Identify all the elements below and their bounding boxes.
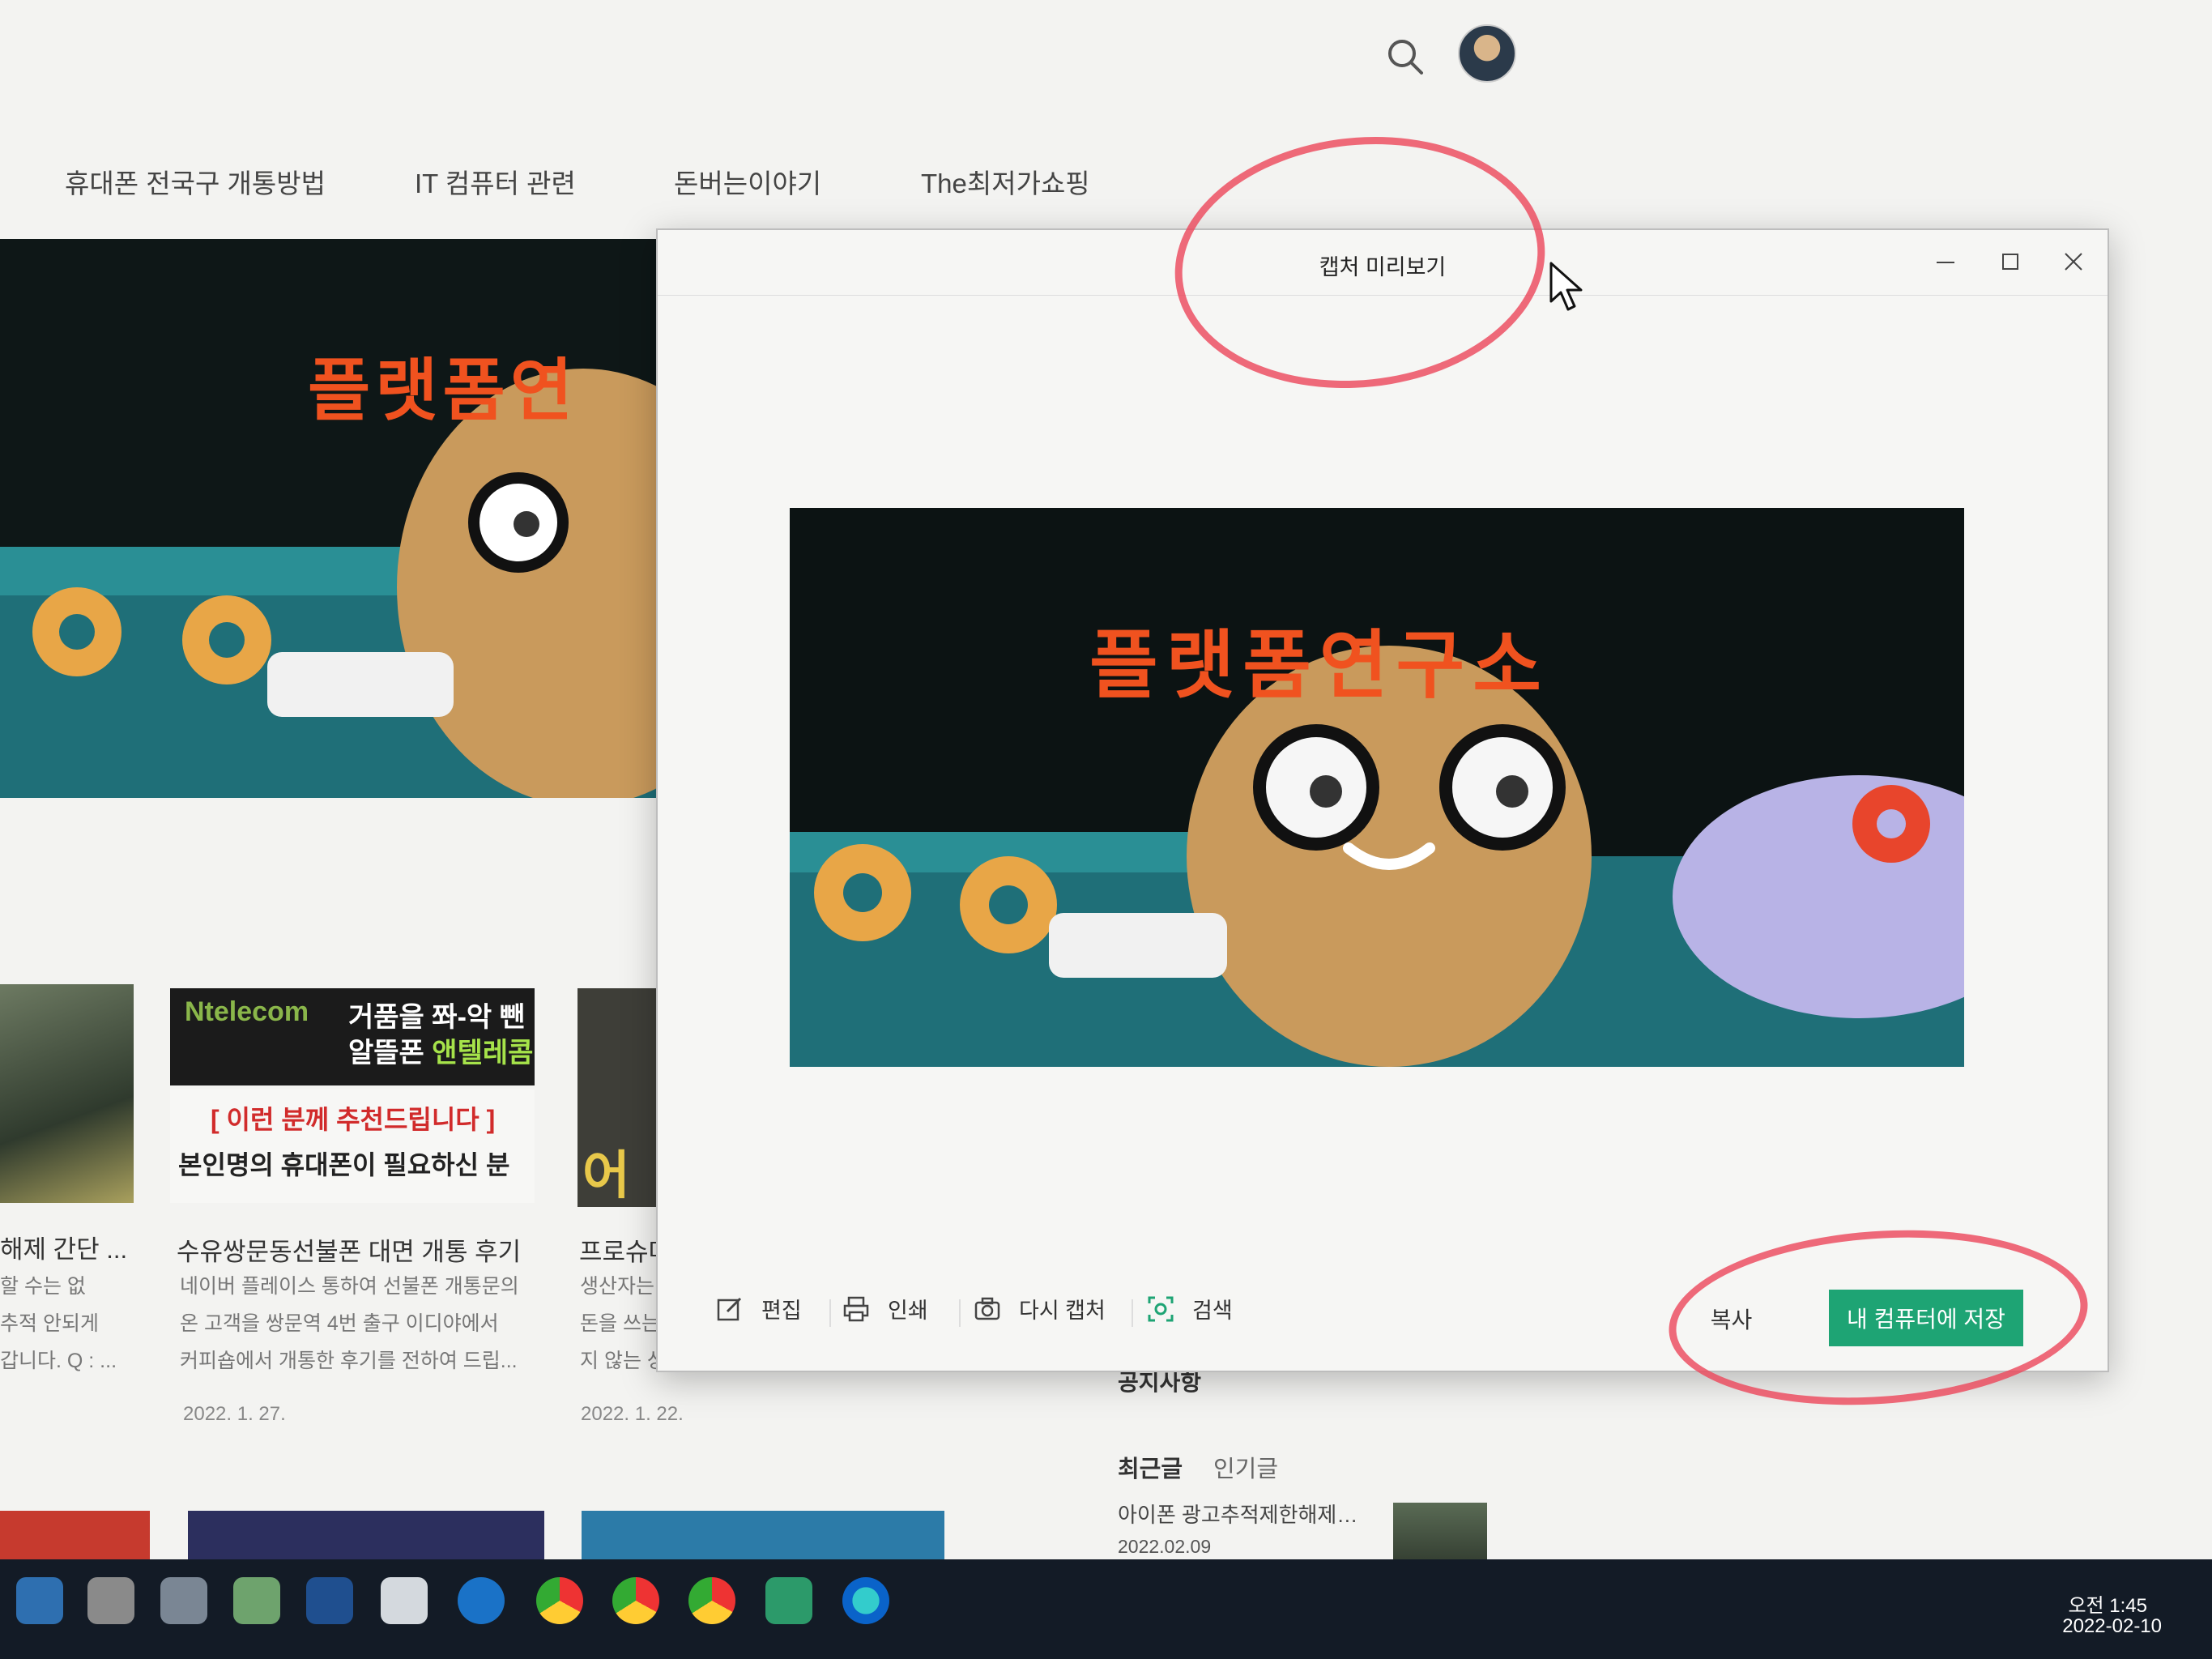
- notepad-icon[interactable]: [233, 1577, 280, 1624]
- image-search-icon: [1148, 1296, 1174, 1321]
- tray-date[interactable]: 2022-02-10: [2062, 1615, 2162, 1638]
- taskbar: [0, 1559, 2212, 1659]
- toolbar-divider: [1132, 1299, 1133, 1327]
- card-title[interactable]: 해제 간단 ...: [0, 1229, 127, 1265]
- mouse-cursor-icon: [1549, 262, 1583, 311]
- toolbar-divider: [959, 1299, 961, 1327]
- app-icon[interactable]: [160, 1577, 207, 1624]
- card-thumbnail-caption: [ 이런 분께 추천드립니다 ] 본인명의 휴대폰이 필요하신 분: [170, 1090, 535, 1203]
- desktop-icon[interactable]: [16, 1577, 63, 1624]
- card-thumbnail[interactable]: 어떻: [578, 988, 667, 1207]
- capture-app-icon[interactable]: [765, 1577, 812, 1624]
- preview-illustration: [790, 646, 1964, 1067]
- close-button[interactable]: [2049, 241, 2098, 282]
- avatar[interactable]: [1458, 24, 1516, 83]
- close-icon: [2065, 253, 2082, 271]
- internet-explorer-icon[interactable]: [458, 1577, 505, 1624]
- search-icon[interactable]: [1381, 32, 1430, 81]
- app-icon[interactable]: [306, 1577, 353, 1624]
- nav-item-money[interactable]: 돈버는이야기: [674, 162, 821, 201]
- preview-title: 플랫폼연구소: [1089, 622, 1549, 709]
- print-icon: [843, 1296, 869, 1321]
- maximize-button[interactable]: [1986, 241, 2035, 282]
- paint-icon[interactable]: [87, 1577, 134, 1624]
- captured-image-preview: 플랫폼연구소: [790, 508, 1964, 1067]
- maximize-icon: [2002, 254, 2018, 270]
- thumb-recommend: [ 이런 분께 추천드립니다 ]: [211, 1105, 496, 1134]
- card-thumbnail[interactable]: [0, 984, 134, 1203]
- toolbar-divider: [829, 1299, 831, 1327]
- edit-button[interactable]: 편집: [716, 1293, 802, 1324]
- hero-banner[interactable]: 플랫폼연: [0, 239, 664, 798]
- nav-item-it[interactable]: IT 컴퓨터 관련: [415, 162, 576, 201]
- thumb-brand: Ntelecom: [185, 996, 309, 1027]
- recent-post-date: 2022.02.09: [1118, 1536, 1212, 1557]
- search-image-button[interactable]: 검색: [1147, 1293, 1233, 1324]
- camera-icon: [974, 1297, 1000, 1320]
- search-label: 검색: [1192, 1299, 1233, 1323]
- thumb-text: 어떻: [582, 1146, 630, 1205]
- chrome-icon[interactable]: [536, 1577, 583, 1624]
- card-date: 2022. 1. 22.: [581, 1403, 684, 1425]
- recapture-label: 다시 캡처: [1019, 1299, 1106, 1323]
- minimize-button[interactable]: [1921, 241, 1970, 282]
- print-button[interactable]: 인쇄: [842, 1293, 928, 1324]
- tab-popular[interactable]: 인기글: [1213, 1450, 1278, 1484]
- card-date: 2022. 1. 27.: [183, 1403, 286, 1425]
- edit-icon: [717, 1297, 742, 1320]
- thumb-recommend-target: 본인명의 휴대폰이 필요하신 분: [178, 1150, 510, 1179]
- print-label: 인쇄: [888, 1299, 928, 1323]
- chrome-icon[interactable]: [612, 1577, 659, 1624]
- edge-icon[interactable]: [842, 1577, 889, 1624]
- chrome-icon[interactable]: [688, 1577, 735, 1624]
- card-excerpt: 할 수는 없 추적 안되게 갑니다. Q : ...: [0, 1275, 117, 1372]
- hero-title: 플랫폼연: [308, 351, 578, 430]
- edit-label: 편집: [761, 1299, 802, 1323]
- tab-recent[interactable]: 최근글: [1118, 1450, 1183, 1484]
- card-title[interactable]: 수유쌍문동선불폰 대면 개통 후기: [177, 1231, 521, 1268]
- nav-item-phone[interactable]: 휴대폰 전국구 개통방법: [65, 162, 326, 201]
- card-excerpt: 네이버 플레이스 통하여 선불폰 개통문의 온 고객을 쌍문역 4번 출구 이디야…: [180, 1275, 519, 1372]
- recapture-button[interactable]: 다시 캡처: [974, 1293, 1106, 1324]
- tray-time[interactable]: 오전 1:45: [2068, 1589, 2147, 1618]
- card-thumbnail[interactable]: Ntelecom 거품을 쫘-악 뺀 알뜰폰 앤텔레콤: [170, 988, 535, 1085]
- recent-post-title[interactable]: 아이폰 광고추적제한해제…: [1118, 1499, 1357, 1529]
- thumb-promo: 알뜰폰 앤텔레콤: [348, 1038, 534, 1068]
- thumb-promo: 거품을 쫘-악 뺀: [348, 1002, 525, 1033]
- capture-preview-dialog: 캡처 미리보기 플랫폼연구소 편집 인쇄 다시 캡처 검색 복사 내 컴퓨터에 …: [656, 228, 2109, 1372]
- nav-item-shopping[interactable]: The최저가쇼핑: [921, 162, 1090, 201]
- minimize-icon: [1937, 262, 1954, 263]
- hero-illustration: [0, 369, 664, 798]
- editor-icon[interactable]: [381, 1577, 428, 1624]
